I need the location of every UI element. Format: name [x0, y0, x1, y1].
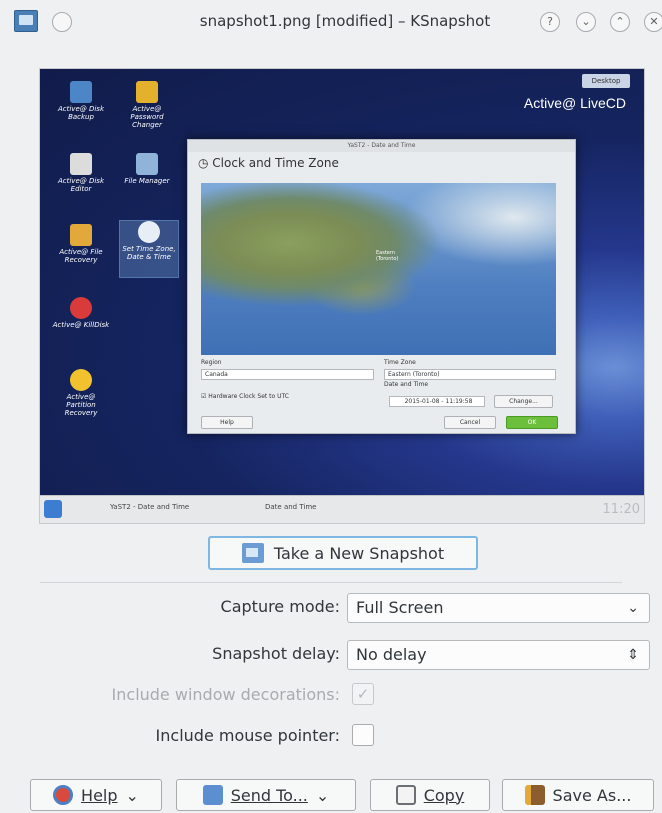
spin-up-down-icon[interactable]: ⇕: [627, 641, 639, 669]
yast-cancel-button: Cancel: [444, 416, 496, 429]
yast-heading-text: Clock and Time Zone: [212, 156, 339, 170]
region-select: Canada: [201, 369, 374, 380]
desktop-icon-label: File Manager: [124, 177, 170, 185]
partition-recovery-icon: [70, 369, 92, 391]
save-as-button[interactable]: Save As...: [502, 779, 654, 811]
chevron-down-icon: ⌄: [125, 785, 139, 805]
yast-window-title: YaST2 - Date and Time: [188, 140, 575, 152]
world-map: Eastern (Toronto): [201, 183, 556, 355]
desktop-icon-label: Active@ Disk Backup: [57, 105, 105, 121]
livecd-brand: Active@ LiveCD: [524, 95, 626, 111]
snapshot-delay-label: Snapshot delay:: [212, 644, 340, 663]
desktop-icon-label: Set Time Zone, Date & Time: [122, 245, 176, 261]
desktop-icon-label: Active@ File Recovery: [59, 248, 103, 264]
desktop-icon-disk-editor: Active@ Disk Editor: [52, 153, 110, 193]
yast-date-time-window: YaST2 - Date and Time ◷ Clock and Time Z…: [187, 139, 576, 434]
capture-mode-select[interactable]: Full Screen ⌄: [347, 593, 650, 623]
file-recovery-icon: [70, 224, 92, 246]
desktop-icon-file-manager: File Manager: [118, 153, 176, 185]
send-to-button[interactable]: Send To... ⌄: [176, 779, 356, 811]
killdisk-icon: [70, 297, 92, 319]
taskbar-item: YaST2 - Date and Time: [110, 503, 190, 511]
ksnapshot-app-icon[interactable]: [14, 10, 38, 32]
utc-label: Hardware Clock Set to UTC: [208, 393, 289, 400]
file-manager-icon: [136, 153, 158, 175]
disk-editor-icon: [70, 153, 92, 175]
desktop-icon-set-time-zone: Set Time Zone, Date & Time: [119, 220, 179, 278]
clock-icon: [138, 221, 160, 243]
help-button-label: Help: [81, 785, 118, 805]
desktop-icon-label: Active@ Disk Editor: [57, 177, 105, 193]
minimize-icon[interactable]: ⌄: [576, 12, 596, 32]
save-as-button-label: Save As...: [552, 785, 632, 805]
clock-icon: ◷: [198, 156, 213, 170]
datetime-value: 2015-01-08 - 11:19:58: [389, 396, 485, 407]
send-to-button-label: Send To...: [230, 785, 308, 805]
desktop-icon-label: Active@ Partition Recovery: [64, 393, 98, 417]
preview-taskbar: YaST2 - Date and Time Date and Time 11:2…: [40, 495, 644, 523]
yast-help-button: Help: [201, 416, 253, 429]
mouse-pointer-checkbox[interactable]: [352, 724, 374, 746]
datetime-label: Date and Time: [384, 381, 429, 388]
snapshot-delay-spinbox[interactable]: No delay ⇕: [347, 640, 650, 670]
disk-backup-icon: [70, 81, 92, 103]
desktop-icon-killdisk: Active@ KillDisk: [52, 297, 110, 329]
help-lifebuoy-icon: [53, 785, 74, 805]
key-icon: [136, 81, 158, 103]
send-icon: [202, 785, 223, 805]
chevron-down-icon: ⌄: [627, 600, 639, 616]
desktop-icon-file-recovery: Active@ File Recovery: [52, 224, 110, 264]
take-new-snapshot-button[interactable]: Take a New Snapshot: [208, 536, 478, 570]
window-decorations-checkbox[interactable]: ✓: [352, 683, 374, 705]
close-icon[interactable]: ✕: [644, 12, 662, 32]
taskbar-item: Date and Time: [265, 503, 317, 511]
change-button: Change...: [494, 395, 553, 408]
desktop-icon-label: Active@ KillDisk: [52, 321, 110, 329]
snapshot-delay-value: No delay: [356, 645, 427, 664]
mouse-pointer-label: Include mouse pointer:: [155, 726, 340, 745]
save-as-pencil-icon: [524, 785, 545, 805]
title-bar: snapshot1.png [modified] – KSnapshot ? ⌄…: [0, 0, 662, 46]
separator: [40, 582, 622, 583]
copy-button[interactable]: Copy: [370, 779, 490, 811]
map-timezone-marker: Eastern (Toronto): [376, 250, 399, 262]
taskbar-clock: 11:20: [602, 502, 640, 517]
utc-checkbox: ☑ Hardware Clock Set to UTC: [201, 393, 289, 400]
capture-mode-label: Capture mode:: [220, 597, 340, 616]
copy-icon: [395, 785, 416, 805]
desktop-icon-label: Active@ Password Changer: [130, 105, 164, 129]
desktop-badge: Desktop: [582, 74, 630, 88]
desktop-icon-partition-recovery: Active@ Partition Recovery: [52, 369, 110, 417]
snapshot-preview[interactable]: Desktop Active@ LiveCD Active@ Disk Back…: [39, 68, 645, 524]
window-decorations-label: Include window decorations:: [111, 685, 340, 704]
preview-desktop: Desktop Active@ LiveCD Active@ Disk Back…: [40, 69, 644, 495]
timezone-select: Eastern (Toronto): [384, 369, 556, 380]
livecd-brand-text: Active@ LiveCD: [523, 95, 626, 111]
region-label: Region: [201, 359, 222, 366]
window-menu-button[interactable]: [52, 12, 72, 32]
yast-ok-button: OK: [506, 416, 558, 429]
camera-icon: [241, 543, 264, 563]
chevron-down-icon: ⌄: [315, 785, 330, 805]
copy-button-label: Copy: [423, 785, 465, 805]
help-icon[interactable]: ?: [540, 12, 560, 32]
desktop-icon-password-changer: Active@ Password Changer: [118, 81, 176, 129]
window-title: snapshot1.png [modified] – KSnapshot: [199, 12, 491, 30]
desktop-icon-disk-backup: Active@ Disk Backup: [52, 81, 110, 121]
help-button[interactable]: Help ⌄: [30, 779, 162, 811]
capture-mode-value: Full Screen: [356, 598, 444, 617]
take-new-snapshot-label: Take a New Snapshot: [273, 543, 445, 563]
start-menu-icon: [44, 500, 62, 518]
maximize-icon[interactable]: ⌃: [610, 12, 630, 32]
yast-heading: ◷ Clock and Time Zone: [188, 152, 575, 172]
timezone-label: Time Zone: [384, 359, 416, 366]
